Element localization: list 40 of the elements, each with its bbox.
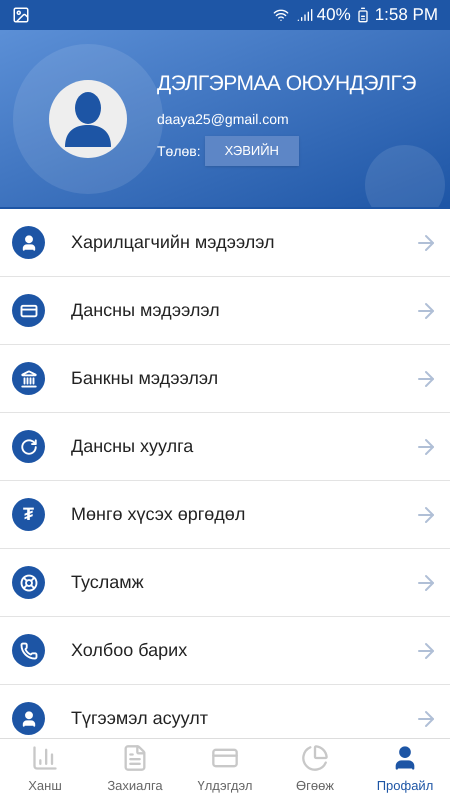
menu-item[interactable]: Холбоо барих [0,617,450,685]
nav-tab[interactable]: Профайл [360,739,450,800]
clock: 1:58 PM [374,4,438,26]
menu-item[interactable]: Дансны хуулга [0,413,450,481]
menu-item[interactable]: Дансны мэдээлэл [0,277,450,345]
card-icon [12,294,45,327]
menu-label: Мөнгө хүсэх өргөдөл [71,503,246,526]
wifi-icon [272,7,289,23]
nav-tab[interactable]: Ханш [0,739,90,800]
status-label: Төлөв: [157,142,201,161]
image-icon [12,6,30,24]
user-email: daaya25@gmail.com [157,110,290,130]
menu-item[interactable]: Харилцагчийн мэдээлэл [0,209,450,277]
menu-label: Харилцагчийн мэдээлэл [71,231,276,254]
menu-item[interactable]: Тусламж [0,549,450,617]
menu-label: Тусламж [71,571,145,594]
signal-icon [296,7,313,23]
menu-label: Түгээмэл асуулт [71,707,209,730]
nav-tab[interactable]: Үлдэгдэл [180,739,270,800]
status-badge: ХЭВИЙН [204,136,299,166]
menu-label: Дансны хуулга [71,435,194,458]
person-icon [63,90,113,146]
bar-chart-icon [31,744,59,772]
tugrik-icon: ₮ [12,498,45,531]
user-icon [12,226,45,259]
menu-label: Дансны мэдээлэл [71,299,221,322]
refresh-icon [12,430,45,463]
menu-item[interactable]: ₮ Мөнгө хүсэх өргөдөл [0,481,450,549]
phone-icon [12,634,45,667]
pie-chart-icon [301,744,329,772]
lifebuoy-icon [12,566,45,599]
nav-tab[interactable]: Захиалга [90,739,180,800]
menu-label: Банкны мэдээлэл [71,367,220,390]
nav-tab[interactable]: Өгөөж [270,739,360,800]
menu-item[interactable]: Банкны мэдээлэл [0,345,450,413]
user-icon [12,702,45,735]
bank-icon [12,362,45,395]
menu-label: Холбоо барих [71,639,188,662]
battery-percent: 40% [316,4,351,26]
user-name: ДЭЛГЭРМАА ОЮУНДЭЛГЭ [157,71,416,98]
